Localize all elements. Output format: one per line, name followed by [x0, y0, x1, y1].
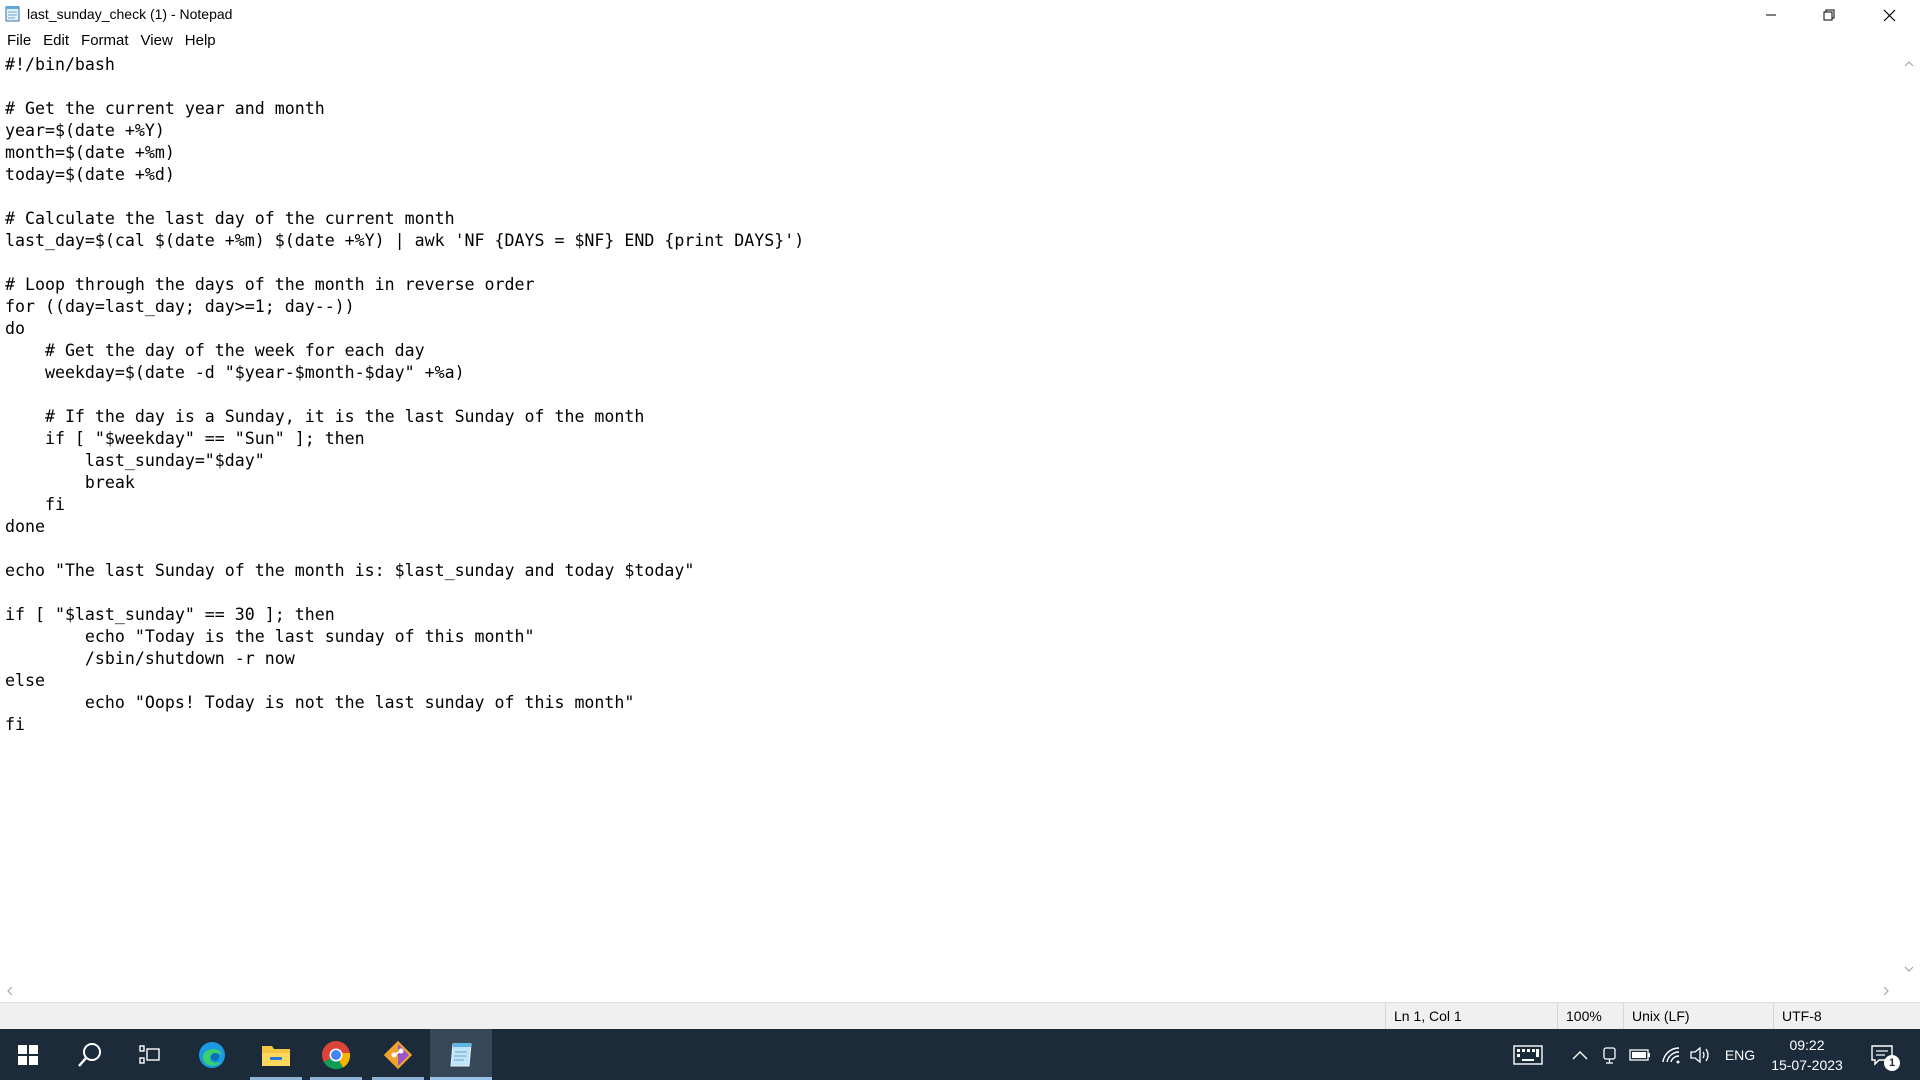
search-button[interactable] — [60, 1029, 120, 1080]
scroll-right-icon[interactable] — [1880, 985, 1892, 997]
menu-edit[interactable]: Edit — [37, 30, 75, 52]
title-bar[interactable]: last_sunday_check (1) - Notepad — [0, 0, 1920, 30]
notepad-icon — [5, 6, 20, 22]
zoom-level: 100% — [1557, 1003, 1623, 1029]
task-view-icon — [139, 1044, 160, 1064]
menu-file[interactable]: File — [0, 30, 37, 52]
show-hidden-icons-button[interactable] — [1568, 1029, 1592, 1080]
restore-button[interactable] — [1800, 0, 1858, 30]
menu-view[interactable]: View — [135, 30, 179, 52]
taskbar-notepad[interactable] — [430, 1029, 492, 1080]
scroll-down-icon[interactable] — [1903, 963, 1915, 975]
battery-button[interactable] — [1627, 1029, 1653, 1080]
taskbar-git[interactable] — [368, 1029, 428, 1080]
taskbar-edge[interactable] — [182, 1029, 242, 1080]
volume-button[interactable] — [1687, 1029, 1713, 1080]
battery-icon — [1629, 1048, 1650, 1061]
search-icon — [78, 1042, 101, 1067]
restore-icon — [1823, 9, 1835, 21]
text-editor[interactable]: #!/bin/bash # Get the current year and m… — [0, 53, 1898, 980]
clock-time: 09:22 — [1789, 1037, 1825, 1053]
taskbar-chrome[interactable] — [306, 1029, 366, 1080]
language-indicator[interactable]: ENG — [1718, 1029, 1762, 1080]
scroll-left-icon[interactable] — [4, 985, 16, 997]
line-ending: Unix (LF) — [1623, 1003, 1773, 1029]
windows-logo-icon — [18, 1044, 38, 1065]
menu-format[interactable]: Format — [75, 30, 135, 52]
close-icon — [1883, 9, 1895, 21]
edge-icon — [199, 1041, 225, 1068]
status-bar: Ln 1, Col 1 100% Unix (LF) UTF-8 — [0, 1002, 1920, 1029]
cursor-position: Ln 1, Col 1 — [1385, 1003, 1557, 1029]
horizontal-scrollbar[interactable] — [0, 980, 1898, 1002]
task-view-button[interactable] — [120, 1029, 180, 1080]
folder-icon — [262, 1045, 290, 1066]
menu-bar: File Edit Format View Help — [0, 30, 222, 52]
meet-now-icon — [1603, 1046, 1616, 1064]
taskbar-file-explorer[interactable] — [246, 1029, 306, 1080]
editor-content[interactable]: #!/bin/bash # Get the current year and m… — [5, 54, 804, 736]
wifi-icon — [1662, 1046, 1680, 1063]
window-title: last_sunday_check (1) - Notepad — [27, 6, 233, 22]
notification-badge: 1 — [1884, 1055, 1900, 1071]
vertical-scrollbar[interactable] — [1898, 53, 1920, 980]
clock-date: 15-07-2023 — [1771, 1057, 1843, 1073]
scroll-up-icon[interactable] — [1903, 58, 1915, 70]
encoding: UTF-8 — [1773, 1003, 1920, 1029]
touch-keyboard-button[interactable] — [1510, 1029, 1546, 1080]
taskbar: ENG 09:22 15-07-2023 1 — [0, 1029, 1920, 1080]
minimize-button[interactable] — [1742, 0, 1800, 30]
volume-icon — [1690, 1046, 1709, 1063]
close-button[interactable] — [1858, 0, 1920, 30]
meet-now-button[interactable] — [1598, 1029, 1622, 1080]
keyboard-icon — [1513, 1044, 1543, 1065]
notepad-icon — [450, 1042, 472, 1066]
git-icon — [383, 1040, 413, 1069]
chevron-up-icon — [1572, 1050, 1588, 1059]
clock[interactable]: 09:22 15-07-2023 — [1762, 1035, 1852, 1075]
chrome-icon — [322, 1040, 351, 1069]
minimize-icon — [1766, 14, 1776, 16]
menu-help[interactable]: Help — [179, 30, 222, 52]
notepad-window: last_sunday_check (1) - Notepad File Edi… — [0, 0, 1920, 1029]
network-button[interactable] — [1658, 1029, 1684, 1080]
start-button[interactable] — [0, 1029, 56, 1080]
notifications-button[interactable]: 1 — [1862, 1029, 1902, 1080]
